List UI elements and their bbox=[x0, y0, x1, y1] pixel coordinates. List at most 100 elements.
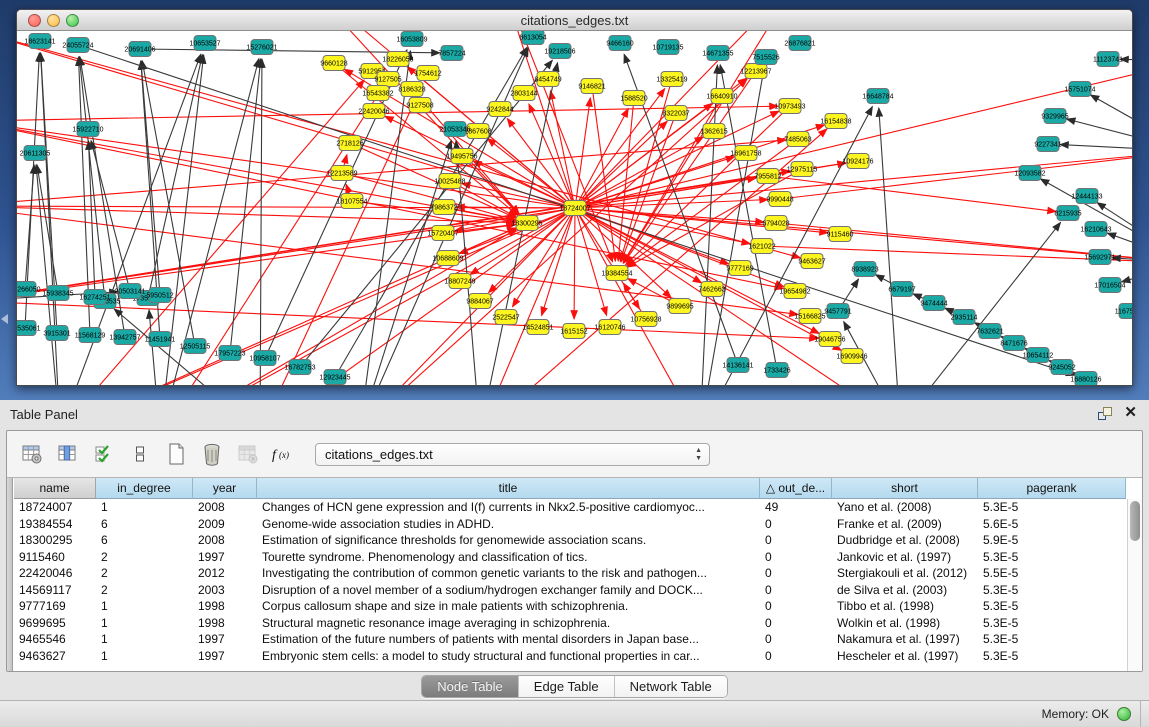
graph-node[interactable]: 2718126 bbox=[336, 136, 363, 151]
graph-node[interactable]: 19046756 bbox=[814, 332, 845, 347]
graph-node[interactable]: 17957223 bbox=[214, 346, 245, 361]
graph-node[interactable]: 8938923 bbox=[851, 262, 878, 277]
float-panel-icon[interactable] bbox=[1098, 407, 1112, 420]
graph-node[interactable]: 16210643 bbox=[1080, 222, 1111, 237]
graph-node[interactable]: 15751074 bbox=[1064, 82, 1095, 97]
network-table-selector[interactable]: citations_edges.txt ▲▼ bbox=[315, 443, 710, 466]
graph-node[interactable]: 18623141 bbox=[24, 34, 55, 49]
graph-node[interactable]: 16648784 bbox=[862, 89, 893, 104]
graph-node[interactable]: 18226058 bbox=[382, 52, 413, 67]
graph-node[interactable]: 15166825 bbox=[794, 309, 825, 324]
graph-node[interactable]: 9899695 bbox=[666, 299, 693, 314]
graph-edge[interactable] bbox=[230, 59, 261, 353]
graph-edge[interactable] bbox=[260, 84, 423, 385]
graph-node[interactable]: 10653527 bbox=[189, 36, 220, 51]
column-header-year[interactable]: year bbox=[193, 478, 257, 499]
table-mode-icon[interactable] bbox=[19, 441, 45, 467]
graph-edge[interactable] bbox=[91, 141, 130, 291]
graph-node[interactable]: 10973493 bbox=[774, 99, 805, 114]
graph-node[interactable]: 16120746 bbox=[594, 320, 625, 335]
graph-node[interactable]: 13942757 bbox=[109, 330, 140, 345]
graph-edge[interactable] bbox=[260, 59, 262, 385]
graph-node[interactable]: 8186328 bbox=[398, 82, 425, 97]
graph-node[interactable]: 21053346 bbox=[439, 122, 470, 137]
network-window[interactable]: citations_edges.txt 18724007183002951938… bbox=[16, 9, 1133, 386]
table-row[interactable]: 911546021997Tourette syndrome. Phenomeno… bbox=[14, 549, 1127, 566]
graph-edge[interactable] bbox=[879, 108, 900, 385]
graph-node[interactable]: 11123741 bbox=[1093, 52, 1123, 67]
graph-node[interactable]: 14136141 bbox=[722, 358, 753, 373]
graph-node[interactable]: 9115460 bbox=[827, 227, 854, 242]
new-table-icon[interactable] bbox=[163, 441, 189, 467]
graph-node[interactable]: 11568129 bbox=[75, 328, 106, 343]
vertical-scrollbar[interactable] bbox=[1127, 499, 1142, 671]
graph-node[interactable]: 16053809 bbox=[396, 32, 427, 47]
graph-node[interactable]: 1754612 bbox=[414, 66, 441, 81]
graph-node[interactable]: 10025488 bbox=[434, 174, 465, 189]
graph-node[interactable]: 8454749 bbox=[534, 72, 561, 87]
graph-node[interactable]: 26876821 bbox=[784, 36, 815, 51]
table-row[interactable]: 977716911998Corpus callosum shape and si… bbox=[14, 598, 1127, 615]
graph-node[interactable]: 15692971 bbox=[1084, 250, 1115, 265]
graph-node[interactable]: 13325419 bbox=[656, 72, 687, 87]
graph-node[interactable]: 9242844 bbox=[486, 102, 513, 117]
graph-node[interactable]: 9127505 bbox=[374, 72, 401, 87]
graph-node[interactable]: 9884067 bbox=[466, 294, 493, 309]
graph-node[interactable]: 18107554 bbox=[336, 194, 367, 209]
graph-node[interactable]: 19654982 bbox=[779, 284, 810, 299]
table-row[interactable]: 1872400712008Changes of HCN gene express… bbox=[14, 499, 1127, 516]
graph-node[interactable]: 7857224 bbox=[438, 46, 465, 61]
graph-node[interactable]: 9457791 bbox=[824, 304, 851, 319]
graph-node[interactable]: 9329965 bbox=[1041, 109, 1068, 124]
graph-node[interactable]: 7632621 bbox=[976, 324, 1003, 339]
graph-node[interactable]: 10719135 bbox=[652, 40, 683, 55]
graph-node[interactable]: 10756928 bbox=[630, 312, 661, 327]
graph-node[interactable]: 1362615 bbox=[700, 124, 727, 139]
graph-edge[interactable] bbox=[480, 129, 827, 385]
graph-node[interactable]: 15938345 bbox=[42, 286, 73, 301]
graph-node[interactable]: 12505115 bbox=[180, 339, 211, 354]
graph-node[interactable]: 11675334 bbox=[1115, 304, 1132, 319]
graph-node[interactable]: 14524851 bbox=[522, 320, 553, 335]
graph-edge[interactable] bbox=[60, 80, 364, 385]
graph-node[interactable]: 8471676 bbox=[1000, 336, 1027, 351]
graph-node[interactable]: 9466160 bbox=[606, 36, 633, 51]
column-header-in_degree[interactable]: in_degree bbox=[96, 478, 193, 499]
graph-node[interactable]: 10958107 bbox=[249, 351, 280, 366]
graph-node[interactable]: 19495756 bbox=[446, 149, 477, 164]
graph-node[interactable]: 10688609 bbox=[432, 251, 463, 266]
graph-node[interactable]: 16543382 bbox=[362, 86, 393, 101]
graph-node[interactable]: 20691406 bbox=[124, 42, 155, 57]
graph-node[interactable]: 18807249 bbox=[444, 274, 475, 289]
graph-node[interactable]: 7515526 bbox=[752, 50, 779, 65]
graph-node[interactable]: 16274251 bbox=[79, 290, 110, 305]
graph-node[interactable]: 18535061 bbox=[17, 321, 41, 336]
graph-edge[interactable] bbox=[1090, 95, 1132, 151]
graph-node[interactable]: 16154838 bbox=[820, 114, 851, 129]
graph-node[interactable]: 25266050 bbox=[17, 282, 41, 297]
graph-node[interactable]: 16640910 bbox=[706, 89, 737, 104]
graph-edge[interactable] bbox=[88, 141, 95, 297]
graph-edge[interactable] bbox=[1122, 263, 1132, 282]
close-panel-icon[interactable]: ✕ bbox=[1124, 406, 1137, 420]
graph-node[interactable]: 18300295 bbox=[511, 216, 542, 231]
graph-node[interactable]: 7462663 bbox=[698, 282, 725, 297]
graph-node[interactable]: 22420046 bbox=[358, 104, 389, 119]
column-header-pagerank[interactable]: pagerank bbox=[978, 478, 1126, 499]
graph-node[interactable]: 2935114 bbox=[951, 310, 978, 325]
graph-node[interactable]: 16880126 bbox=[1070, 372, 1101, 386]
column-header-title[interactable]: title bbox=[257, 478, 760, 499]
graph-edge[interactable] bbox=[768, 176, 1056, 212]
delete-table-icon[interactable] bbox=[235, 441, 261, 467]
graph-node[interactable]: 8215935 bbox=[1054, 206, 1081, 221]
graph-edge[interactable] bbox=[17, 301, 818, 338]
network-canvas[interactable]: 1872400718300295193845548454749914682115… bbox=[17, 31, 1132, 385]
graph-node[interactable]: 16909946 bbox=[836, 349, 867, 364]
graph-edge[interactable] bbox=[141, 61, 160, 295]
graph-node[interactable]: 1588520 bbox=[620, 91, 647, 106]
graph-node[interactable]: 14671355 bbox=[702, 46, 733, 61]
graph-edge[interactable] bbox=[25, 165, 34, 289]
graph-node[interactable]: 10654112 bbox=[1023, 348, 1054, 363]
graph-node[interactable]: 15276021 bbox=[246, 40, 277, 55]
graph-node[interactable]: 24055724 bbox=[62, 38, 93, 53]
